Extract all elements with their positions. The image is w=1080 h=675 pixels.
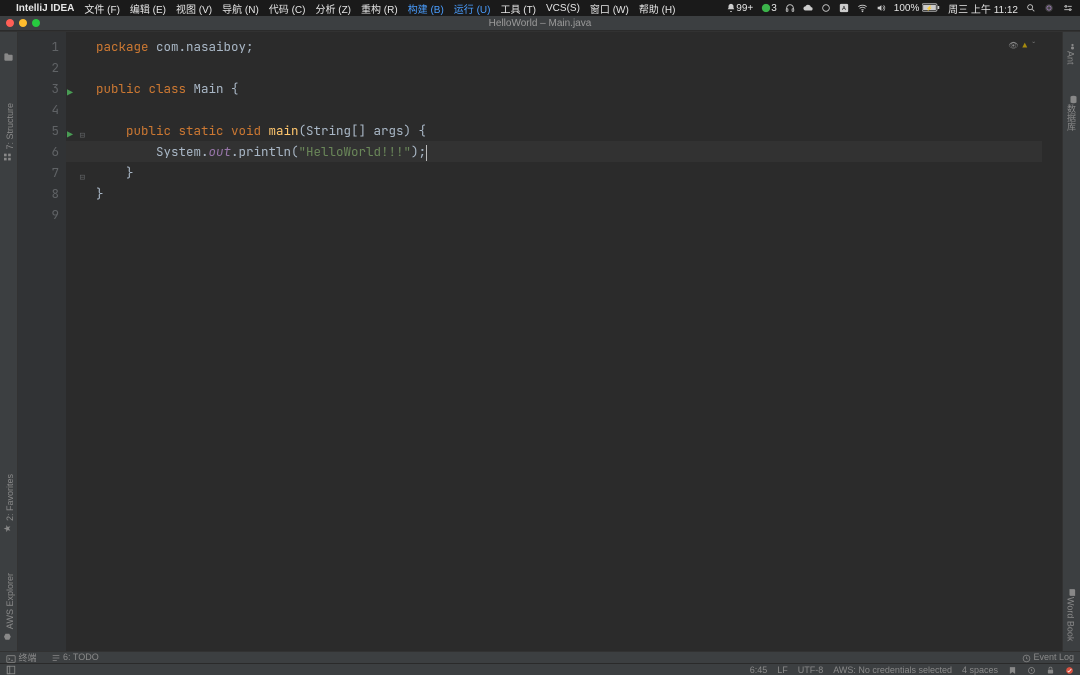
cloud-icon[interactable] (803, 3, 813, 13)
inspection-widget[interactable]: 👁 ▲ ˇ (1008, 36, 1036, 57)
chevron-icon: ˇ (1031, 36, 1036, 57)
window-title: HelloWorld – Main.java (489, 18, 592, 29)
svg-text:A: A (842, 6, 846, 12)
menu-build[interactable]: 构建 (B) (408, 1, 444, 16)
minimize-window[interactable] (19, 19, 27, 27)
warning-icon: ▲ (1022, 36, 1027, 57)
battery-indicator[interactable]: 100% ⚡ (894, 3, 940, 14)
right-tool-strip: Ant 数据库 Word Book (1062, 32, 1080, 651)
line-number: 1 (18, 36, 59, 57)
menu-help[interactable]: 帮助 (H) (639, 1, 676, 16)
wifi-icon[interactable] (857, 3, 868, 13)
line-number: 6 (18, 141, 59, 162)
code-line-current: System.out.println("HelloWorld!!!"); (66, 141, 1042, 162)
menu-view[interactable]: 视图 (V) (176, 1, 212, 16)
code-area[interactable]: 👁 ▲ ˇ package com.nasaiboy; public class… (66, 32, 1062, 651)
macos-menubar: IntelliJ IDEA 文件 (F) 编辑 (E) 视图 (V) 导航 (N… (0, 0, 1080, 16)
gutter[interactable]: 1 2 3▶ 4 5▶⊟ 6 7⊟ 8 9 (18, 32, 66, 651)
zoom-window[interactable] (32, 19, 40, 27)
file-encoding[interactable]: UTF-8 (798, 665, 824, 675)
indent-status[interactable]: 4 spaces (962, 665, 998, 675)
left-tool-strip: 7: Structure 2: Favorites AWS Explorer (0, 32, 18, 651)
svg-text:⚡: ⚡ (926, 5, 933, 12)
line-number: 3▶ (18, 78, 59, 99)
line-number: 8 (18, 183, 59, 204)
line-number: 2 (18, 57, 59, 78)
code-line (96, 204, 1062, 225)
code-editor[interactable]: 1 2 3▶ 4 5▶⊟ 6 7⊟ 8 9 👁 ▲ ˇ package com.… (18, 32, 1062, 651)
ant-tool[interactable]: Ant (1066, 42, 1078, 65)
lock-icon[interactable] (1046, 664, 1055, 674)
menu-edit[interactable]: 编辑 (E) (130, 1, 166, 16)
window-titlebar: HelloWorld – Main.java (0, 16, 1080, 30)
siri-icon[interactable] (1044, 3, 1054, 13)
letter-a-icon[interactable]: A (839, 3, 849, 13)
menu-window[interactable]: 窗口 (W) (590, 1, 629, 16)
status-icon[interactable] (1065, 664, 1074, 674)
database-tool[interactable]: 数据库 (1065, 95, 1078, 131)
menu-tools[interactable]: 工具 (T) (500, 1, 536, 16)
wechat-count: 3 (771, 3, 777, 14)
circle-icon[interactable] (821, 3, 831, 13)
code-line: public static void main(String[] args) { (96, 120, 1062, 141)
menu-navigate[interactable]: 导航 (N) (222, 1, 259, 16)
status-icon[interactable] (1008, 664, 1017, 674)
favorites-tool[interactable]: 2: Favorites (3, 474, 15, 533)
menu-run[interactable]: 运行 (U) (454, 1, 491, 16)
menu-analyze[interactable]: 分析 (Z) (315, 1, 351, 16)
eye-icon: 👁 (1008, 36, 1018, 57)
toolwindow-icon[interactable] (6, 664, 16, 675)
workspace: 7: Structure 2: Favorites AWS Explorer 1… (0, 32, 1080, 651)
code-line (96, 99, 1062, 120)
spotlight-icon[interactable] (1026, 3, 1036, 13)
bell-icon[interactable]: 99+ (726, 3, 753, 14)
line-number: 5▶⊟ (18, 120, 59, 141)
code-line (96, 57, 1062, 78)
todo-tool[interactable]: 6: TODO (51, 652, 99, 663)
menu-code[interactable]: 代码 (C) (269, 1, 306, 16)
line-number: 9 (18, 204, 59, 225)
project-icon[interactable] (3, 52, 14, 63)
aws-explorer-tool[interactable]: AWS Explorer (3, 573, 15, 641)
volume-icon[interactable] (876, 3, 886, 13)
battery-pct: 100% (894, 3, 920, 14)
wordbook-tool[interactable]: Word Book (1066, 588, 1078, 641)
event-log-tool[interactable]: Event Log (1022, 652, 1074, 662)
status-bar: 6:45 LF UTF-8 AWS: No credentials select… (0, 663, 1080, 675)
text-cursor (426, 145, 427, 161)
menu-vcs[interactable]: VCS(S) (546, 3, 580, 14)
control-center-icon[interactable] (1062, 3, 1074, 13)
aws-status[interactable]: AWS: No credentials selected (833, 665, 952, 675)
menu-file[interactable]: 文件 (F) (84, 1, 120, 16)
code-line: package com.nasaiboy; (96, 36, 1062, 57)
code-line: } (96, 162, 1062, 183)
cursor-position[interactable]: 6:45 (750, 665, 768, 675)
close-window[interactable] (6, 19, 14, 27)
line-number: 4 (18, 99, 59, 120)
bottom-tool-row: 终端 6: TODO Event Log (0, 651, 1080, 663)
notif-count: 99+ (736, 3, 753, 14)
line-separator[interactable]: LF (777, 665, 788, 675)
status-icon[interactable] (1027, 664, 1036, 674)
code-line: } (96, 183, 1062, 204)
window-controls (6, 19, 40, 27)
code-line: public class Main { (96, 78, 1062, 99)
headphone-icon[interactable] (785, 3, 795, 13)
structure-tool[interactable]: 7: Structure (3, 103, 15, 162)
wechat-icon[interactable]: 3 (761, 3, 777, 14)
app-name[interactable]: IntelliJ IDEA (16, 3, 74, 14)
menu-refactor[interactable]: 重构 (R) (361, 1, 398, 16)
line-number: 7⊟ (18, 162, 59, 183)
clock[interactable]: 周三 上午 11:12 (948, 1, 1018, 16)
